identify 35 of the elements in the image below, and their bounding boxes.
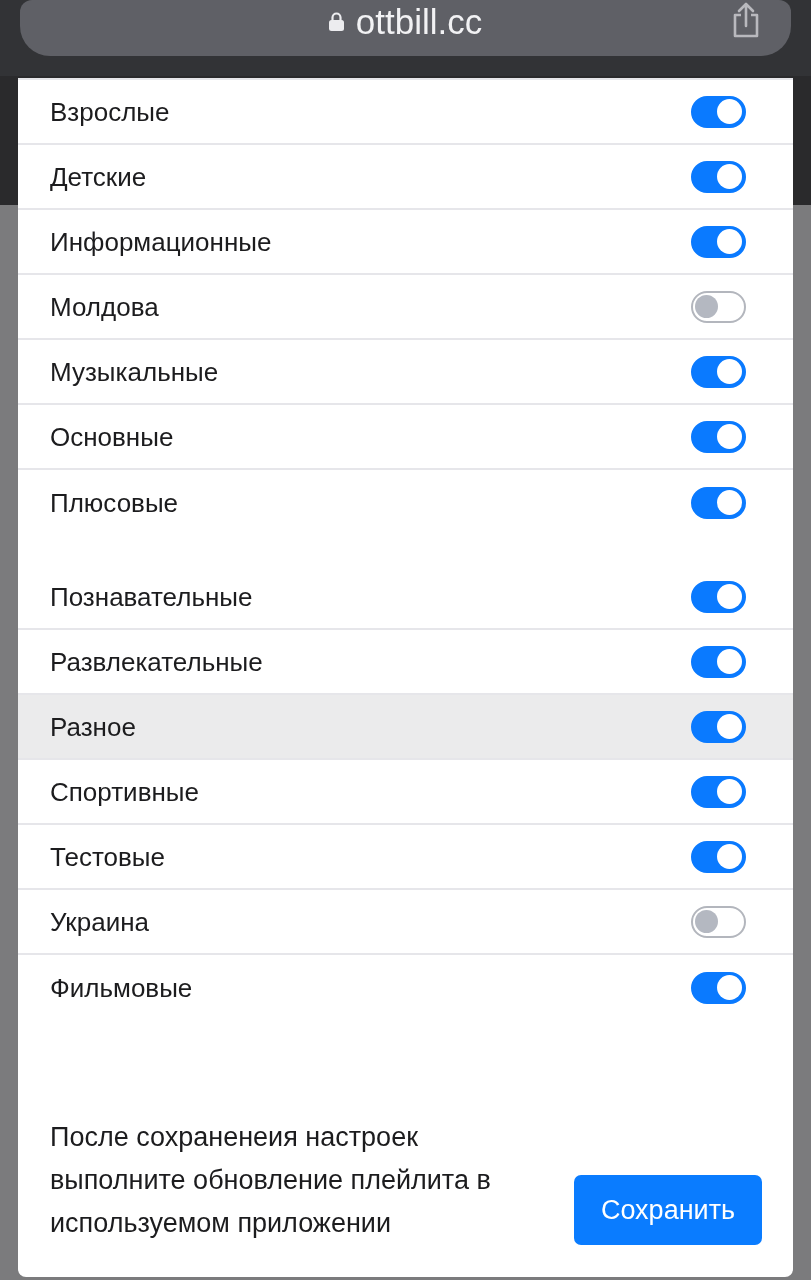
toggle-switch[interactable]: [691, 580, 746, 613]
lock-icon: [328, 11, 344, 31]
category-label: Музыкальные: [50, 358, 219, 385]
toggle-switch[interactable]: [691, 486, 746, 519]
category-label: Познавательные: [50, 583, 253, 610]
toggle-switch[interactable]: [691, 95, 746, 128]
toggle-switch[interactable]: [691, 775, 746, 808]
category-label: Тестовые: [50, 843, 165, 870]
save-button[interactable]: Сохранить: [574, 1175, 762, 1245]
toggle-switch[interactable]: [691, 160, 746, 193]
toggle-switch[interactable]: [691, 290, 746, 323]
category-row[interactable]: Разное: [18, 695, 793, 760]
url-text: ottbill.cc: [355, 3, 483, 39]
category-label: Информационные: [50, 228, 272, 255]
category-label: Украина: [50, 908, 149, 935]
category-label: Основные: [50, 423, 174, 450]
toggle-switch[interactable]: [691, 905, 746, 938]
category-label: Взрослые: [50, 98, 170, 125]
category-label: Спортивные: [50, 778, 199, 805]
category-label: Детские: [50, 163, 147, 190]
address-bar[interactable]: ottbill.cc: [20, 0, 791, 56]
category-label: Плюсовые: [50, 489, 179, 516]
toggle-switch[interactable]: [691, 645, 746, 678]
toggle-switch[interactable]: [691, 971, 746, 1004]
toggle-switch[interactable]: [691, 840, 746, 873]
toggle-switch[interactable]: [691, 420, 746, 453]
toggle-switch[interactable]: [691, 355, 746, 388]
share-icon[interactable]: [731, 2, 761, 38]
category-label: Развлекательные: [50, 648, 263, 675]
category-label: Разное: [50, 713, 136, 740]
toggle-switch[interactable]: [691, 225, 746, 258]
category-label: Молдова: [50, 293, 159, 320]
save-hint-text: После сохраненеия настроек выполните обновление плейлита в используемом приложении: [50, 1121, 492, 1240]
category-label: Фильмовые: [50, 974, 193, 1001]
toggle-switch[interactable]: [691, 710, 746, 743]
